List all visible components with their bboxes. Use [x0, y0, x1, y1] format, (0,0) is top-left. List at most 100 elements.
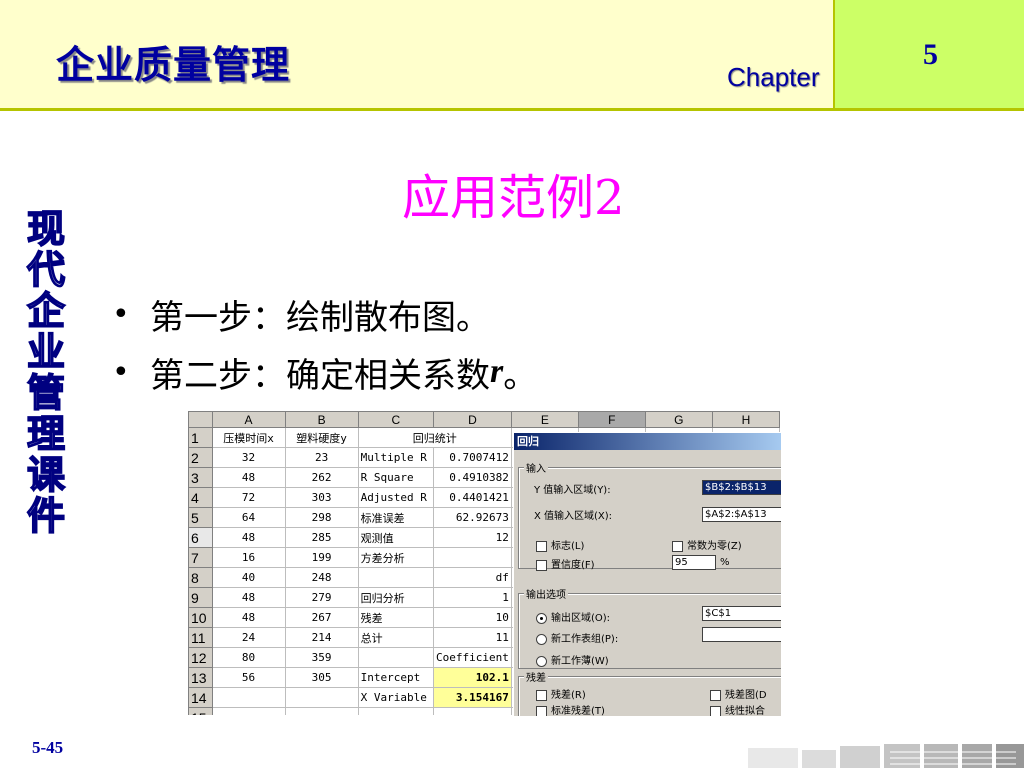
checkbox-box[interactable] [672, 540, 683, 552]
const-zero-checkbox[interactable]: 常数为零(Z) [672, 537, 742, 552]
sheet-cell[interactable]: Adjusted R [357, 487, 434, 508]
sheet-cell[interactable]: 262 [284, 467, 359, 488]
checkbox-box[interactable] [536, 689, 547, 701]
sheet-cell[interactable]: 3.154167 [432, 687, 512, 708]
sheet-cell[interactable]: 303 [284, 487, 359, 508]
dialog-title[interactable]: 回归 [514, 433, 781, 450]
sheet-cell[interactable]: 0.4401421 [432, 487, 512, 508]
sheet-cell[interactable]: Coefficient [432, 647, 512, 668]
sheet-cell[interactable] [211, 707, 286, 715]
output-range-field[interactable]: $C$1 [702, 606, 781, 621]
sheet-cell[interactable]: 279 [284, 587, 359, 608]
sheet-cell[interactable]: 16 [211, 547, 286, 568]
checkbox-box[interactable] [536, 559, 547, 571]
checkbox-box[interactable] [536, 540, 547, 552]
checkbox-box[interactable] [536, 705, 547, 716]
sheet-cell[interactable]: 267 [284, 607, 359, 628]
sheet-cell[interactable] [284, 707, 359, 715]
sheet-cell[interactable]: 回归分析 [357, 587, 434, 608]
row-header[interactable]: 13 [188, 667, 213, 688]
column-header[interactable]: G [644, 411, 713, 428]
row-header[interactable]: 14 [188, 687, 213, 708]
sheet-cell[interactable]: 64 [211, 507, 286, 528]
radio-button[interactable] [536, 655, 547, 667]
line-fit-checkbox[interactable]: 线性拟合 [710, 702, 765, 716]
sheet-cell[interactable]: 40 [211, 567, 286, 588]
labels-checkbox[interactable]: 标志(L) [536, 537, 584, 552]
sheet-cell[interactable]: Multiple R [357, 447, 434, 468]
sheet-cell[interactable] [211, 687, 286, 708]
row-header[interactable]: 12 [188, 647, 213, 668]
sheet-cell[interactable]: 62.92673 [432, 507, 512, 528]
sheet-cell[interactable]: 298 [284, 507, 359, 528]
sheet-cell[interactable]: 102.1 [432, 667, 512, 688]
sheet-cell[interactable]: 305 [284, 667, 359, 688]
sheet-cell[interactable]: 10 [432, 607, 512, 628]
new-book-radio[interactable]: 新工作薄(W) [536, 652, 609, 667]
column-header[interactable]: A [211, 411, 286, 428]
new-sheet-radio[interactable]: 新工作表组(P): [536, 630, 618, 645]
sheet-cell[interactable]: 11 [432, 627, 512, 648]
row-header[interactable]: 6 [188, 527, 213, 548]
column-header[interactable]: B [284, 411, 359, 428]
column-header[interactable]: C [357, 411, 434, 428]
sheet-cell[interactable]: 0.4910382 [432, 467, 512, 488]
row-header[interactable]: 15 [188, 707, 213, 715]
sheet-cell[interactable]: 24 [211, 627, 286, 648]
sheet-cell[interactable]: 48 [211, 467, 286, 488]
sheet-cell[interactable]: 方差分析 [357, 547, 434, 568]
sheet-cell[interactable] [357, 647, 434, 668]
row-header[interactable]: 11 [188, 627, 213, 648]
sheet-cell[interactable] [357, 707, 434, 715]
y-range-field[interactable]: $B$2:$B$13 [702, 480, 781, 495]
column-header[interactable]: E [510, 411, 579, 428]
sheet-cell[interactable]: 56 [211, 667, 286, 688]
sheet-cell[interactable]: 72 [211, 487, 286, 508]
sheet-cell[interactable]: 0.7007412 [432, 447, 512, 468]
residuals-checkbox[interactable]: 残差(R) [536, 686, 586, 701]
row-header[interactable]: 1 [188, 427, 213, 448]
sheet-cell[interactable]: 压模时间x [211, 427, 286, 448]
column-header[interactable]: D [432, 411, 512, 428]
row-header[interactable]: 7 [188, 547, 213, 568]
sheet-cell[interactable]: df [432, 567, 512, 588]
sheet-cell[interactable]: 1 [432, 587, 512, 608]
sheet-cell[interactable]: 359 [284, 647, 359, 668]
sheet-cell[interactable]: 12 [432, 527, 512, 548]
row-header[interactable]: 10 [188, 607, 213, 628]
sheet-cell[interactable]: 观测值 [357, 527, 434, 548]
radio-button[interactable] [536, 612, 547, 624]
sheet-cell[interactable]: 199 [284, 547, 359, 568]
sheet-cell[interactable]: X Variable [357, 687, 434, 708]
sheet-cell[interactable]: 回归统计 [357, 427, 512, 448]
checkbox-box[interactable] [710, 689, 721, 701]
column-header[interactable]: F [577, 411, 646, 428]
sheet-cell[interactable]: 32 [211, 447, 286, 468]
new-sheet-field[interactable] [702, 627, 781, 642]
sheet-cell[interactable]: 48 [211, 607, 286, 628]
sheet-cell[interactable]: 48 [211, 587, 286, 608]
sheet-cell[interactable]: 23 [284, 447, 359, 468]
sheet-cell[interactable] [357, 567, 434, 588]
confidence-checkbox[interactable]: 置信度(F) [536, 556, 595, 571]
output-range-radio[interactable]: 输出区域(O): [536, 609, 610, 624]
sheet-cell[interactable]: 48 [211, 527, 286, 548]
corner-cell[interactable] [188, 411, 213, 428]
std-residuals-checkbox[interactable]: 标准残差(T) [536, 702, 605, 716]
sheet-cell[interactable]: 标准误差 [357, 507, 434, 528]
sheet-cell[interactable]: 248 [284, 567, 359, 588]
sheet-cell[interactable]: 总计 [357, 627, 434, 648]
sheet-cell[interactable]: 285 [284, 527, 359, 548]
column-header[interactable]: H [711, 411, 780, 428]
row-header[interactable]: 5 [188, 507, 213, 528]
row-header[interactable]: 8 [188, 567, 213, 588]
row-header[interactable]: 4 [188, 487, 213, 508]
row-header[interactable]: 3 [188, 467, 213, 488]
sheet-cell[interactable]: 残差 [357, 607, 434, 628]
residual-plot-checkbox[interactable]: 残差图(D [710, 686, 767, 701]
sheet-cell[interactable]: R Square [357, 467, 434, 488]
sheet-cell[interactable] [284, 687, 359, 708]
sheet-cell[interactable]: Intercept [357, 667, 434, 688]
sheet-cell[interactable]: 80 [211, 647, 286, 668]
sheet-cell[interactable] [432, 547, 512, 568]
